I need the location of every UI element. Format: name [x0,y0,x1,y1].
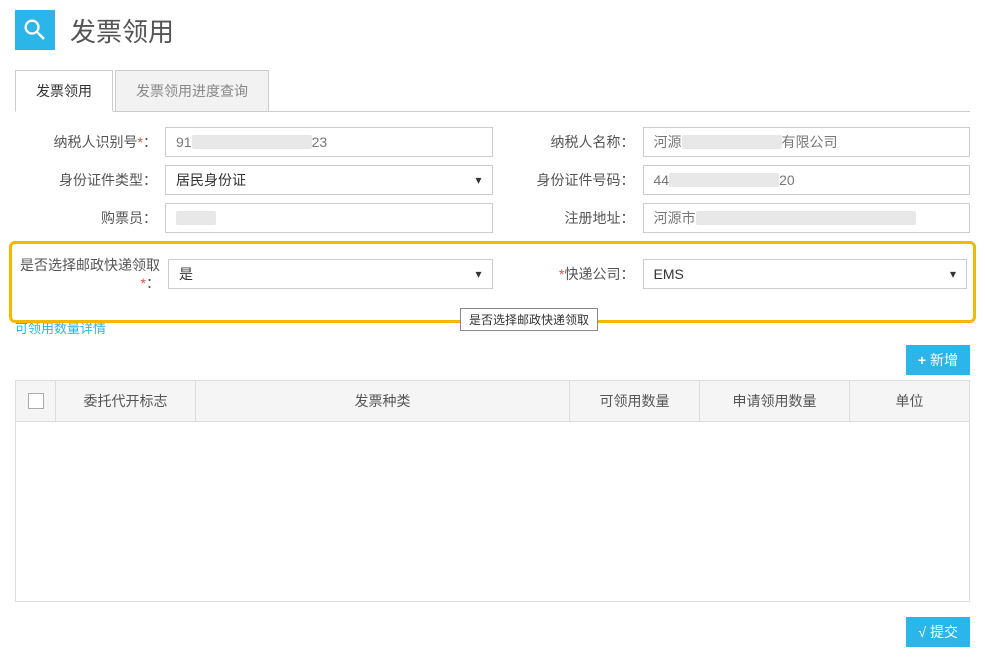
express-label: *快递公司： [493,264,643,284]
tooltip-postal: 是否选择邮政快递领取 [460,308,598,331]
taxpayer-id-field[interactable]: 9123 [165,127,493,157]
add-button[interactable]: 新增 [906,345,970,375]
th-available: 可领用数量 [570,381,700,422]
address-field[interactable]: 河源市 [643,203,971,233]
form-area: 纳税人识别号*： 9123 纳税人名称： 河源有限公司 身份证件类型： 居民身份… [0,112,985,338]
id-type-select[interactable]: 居民身份证 [165,165,493,195]
table-empty-body [15,422,970,602]
buyer-field[interactable] [165,203,493,233]
invoice-table: 委托代开标志 发票种类 可领用数量 申请领用数量 单位 [15,380,970,422]
tab-invoice-apply[interactable]: 发票领用 [15,70,113,112]
postal-select[interactable]: 是 [168,259,493,289]
th-checkbox [16,381,56,422]
taxpayer-name-label: 纳税人名称： [493,132,643,152]
id-number-label: 身份证件号码： [493,170,643,190]
id-number-field[interactable]: 4420 [643,165,971,195]
id-type-label: 身份证件类型： [15,170,165,190]
select-all-checkbox[interactable] [28,393,44,409]
page-title: 发票领用 [70,12,174,49]
th-unit: 单位 [850,381,970,422]
tabs: 发票领用 发票领用进度查询 [15,70,970,112]
submit-button[interactable]: 提交 [906,617,970,647]
taxpayer-id-label: 纳税人识别号*： [15,132,165,152]
taxpayer-name-field[interactable]: 河源有限公司 [643,127,971,157]
postal-label: 是否选择邮政快递领取*： [18,256,168,292]
th-apply: 申请领用数量 [700,381,850,422]
search-icon [15,10,55,50]
th-flag: 委托代开标志 [56,381,196,422]
buyer-label: 购票员： [15,208,165,228]
address-label: 注册地址： [493,208,643,228]
express-select[interactable]: EMS [643,259,968,289]
th-type: 发票种类 [196,381,570,422]
tab-progress-query[interactable]: 发票领用进度查询 [115,70,269,111]
